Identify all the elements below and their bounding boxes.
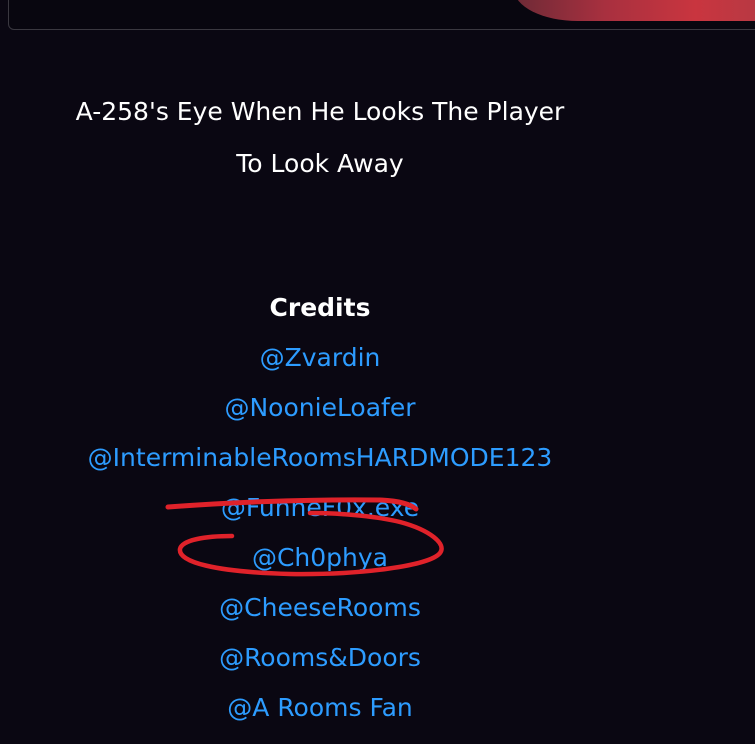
credits-section: Credits @Zvardin @NoonieLoafer @Intermin… xyxy=(20,283,620,733)
list-item: @A Rooms Fan xyxy=(20,683,620,733)
credit-link-interminablerooms[interactable]: @InterminableRoomsHARDMODE123 xyxy=(88,443,553,472)
list-item: @Zvardin xyxy=(20,333,620,383)
credit-link-zvardin[interactable]: @Zvardin xyxy=(260,343,381,372)
embedded-image-frame xyxy=(8,0,755,30)
caption-line-2: To Look Away xyxy=(236,149,404,178)
list-item: @FunneF0x.exe xyxy=(20,483,620,533)
credit-link-noonieloafer[interactable]: @NoonieLoafer xyxy=(224,393,415,422)
caption-line-1: A-258's Eye When He Looks The Player xyxy=(75,97,565,126)
credit-link-cheeserooms[interactable]: @CheeseRooms xyxy=(219,593,421,622)
list-item: @InterminableRoomsHARDMODE123 xyxy=(20,433,620,483)
credit-link-a-rooms-fan[interactable]: @A Rooms Fan xyxy=(227,693,412,722)
credit-link-funnef0x[interactable]: @FunneF0x.exe xyxy=(221,493,419,522)
credits-list: @Zvardin @NoonieLoafer @InterminableRoom… xyxy=(20,333,620,733)
credit-link-rooms-doors[interactable]: @Rooms&Doors xyxy=(219,643,421,672)
list-item: @CheeseRooms xyxy=(20,583,620,633)
list-item: @Ch0phya xyxy=(20,533,620,583)
credits-title: Credits xyxy=(269,293,371,322)
list-item: @Rooms&Doors xyxy=(20,633,620,683)
post-caption: A-258's Eye When He Looks The Player To … xyxy=(20,86,620,190)
credit-link-ch0phya[interactable]: @Ch0phya xyxy=(252,543,388,572)
embedded-image[interactable] xyxy=(514,0,755,21)
list-item: @NoonieLoafer xyxy=(20,383,620,433)
